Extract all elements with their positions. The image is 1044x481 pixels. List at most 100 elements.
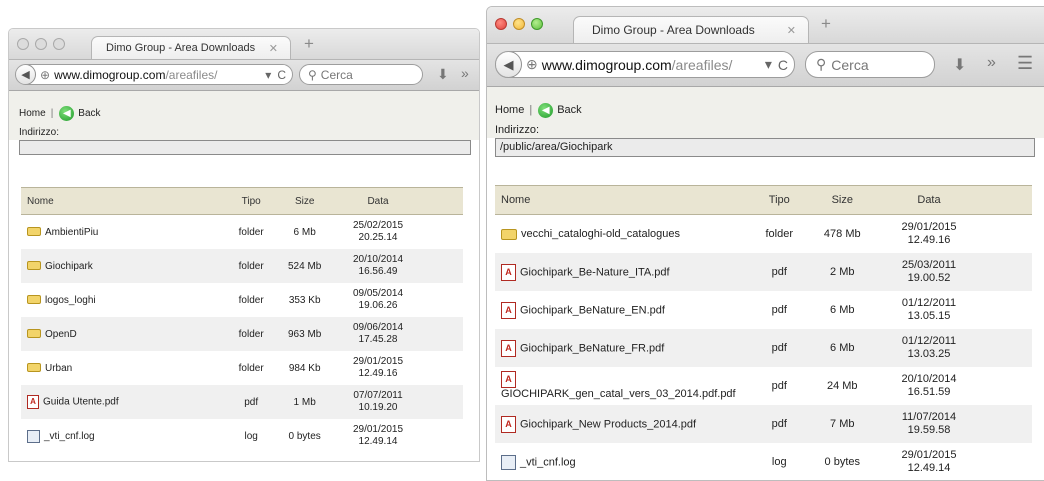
table-row[interactable]: _vti_cnf.log log 0 bytes 29/01/2015 12.49…: [495, 443, 1032, 480]
dropdown-arrow-icon[interactable]: ▾: [765, 56, 772, 73]
file-name-link[interactable]: Giochipark_BeNature_EN.pdf: [520, 304, 665, 316]
log-file-icon: [27, 429, 40, 443]
hamburger-menu-icon[interactable]: ☰: [1017, 53, 1033, 74]
new-tab-icon[interactable]: +: [304, 34, 314, 54]
file-date: 29/01/2015 12.49.16: [878, 215, 980, 254]
file-date: 20/10/2014 16.56.49: [335, 249, 421, 283]
home-link[interactable]: Home: [495, 104, 524, 116]
file-type: folder: [238, 226, 264, 238]
file-date: 11/07/2014 19.59.58: [878, 405, 980, 443]
overflow-chevron-icon[interactable]: »: [987, 54, 996, 72]
download-icon[interactable]: ⬇: [437, 66, 449, 83]
url-bar[interactable]: ◀ ⊕ www.dimogroup.com/areafiles/ ▾ C: [15, 64, 293, 85]
folder-icon: [27, 295, 41, 305]
minimize-window-button[interactable]: [513, 18, 525, 30]
file-date: 29/01/2015 12.49.14: [878, 443, 980, 480]
overflow-chevron-icon[interactable]: »: [461, 65, 469, 81]
column-header-date[interactable]: Data: [878, 185, 980, 215]
close-window-button[interactable]: [495, 18, 507, 30]
dropdown-arrow-icon[interactable]: ▾: [265, 68, 271, 82]
time-value: 20.25.14: [358, 232, 398, 243]
table-row[interactable]: A Giochipark_BeNature_EN.pdf pdf 6 Mb 01/…: [495, 291, 1032, 329]
address-field[interactable]: /public/area/Giochipark: [495, 138, 1035, 157]
table-row[interactable]: logos_loghi folder 353 Kb 09/05/2014 19.0…: [21, 283, 463, 317]
column-header-size[interactable]: Size: [274, 187, 335, 215]
file-name-link[interactable]: AmbientiPiu: [45, 227, 98, 238]
search-input[interactable]: ⚲ Cerca: [299, 64, 423, 85]
close-window-button[interactable]: [17, 38, 29, 50]
column-header-date[interactable]: Data: [335, 187, 421, 215]
table-row[interactable]: Urban folder 984 Kb 29/01/2015 12.49.16: [21, 351, 463, 385]
column-header-size[interactable]: Size: [806, 185, 878, 215]
browser-window-2: Dimo Group - Area Downloads ✕ + ◀ ⊕ www.…: [486, 6, 1044, 481]
back-arrow-icon[interactable]: ◀: [16, 65, 36, 84]
file-name-link[interactable]: Giochipark_Be-Nature_ITA.pdf: [520, 266, 670, 278]
file-name-link[interactable]: Giochipark_New Products_2014.pdf: [520, 418, 696, 430]
reload-icon[interactable]: C: [778, 57, 788, 73]
back-green-icon[interactable]: ◀: [59, 105, 75, 121]
navigation-toolbar: ◀ ⊕ www.dimogroup.com/areafiles/ ▾ C ⚲ C…: [487, 44, 1044, 87]
url-bar[interactable]: ◀ ⊕ www.dimogroup.com/areafiles/ ▾ C: [495, 51, 795, 78]
pdf-icon: A: [501, 339, 516, 357]
table-row[interactable]: A GIOCHIPARK_gen_catal_vers_03_2014.pdf.p…: [495, 367, 1032, 405]
browser-tab[interactable]: Dimo Group - Area Downloads ✕: [573, 16, 809, 43]
table-row[interactable]: A Guida Utente.pdf pdf 1 Mb 07/07/2011 10.…: [21, 385, 463, 419]
date-value: 01/12/2011: [901, 296, 957, 309]
file-name-link[interactable]: vecchi_cataloghi-old_catalogues: [521, 228, 680, 240]
file-type: log: [771, 456, 787, 468]
new-tab-icon[interactable]: +: [821, 14, 831, 34]
file-name-link[interactable]: _vti_cnf.log: [44, 431, 95, 442]
file-table: Nome Tipo Size Data AmbientiPiu folder 6…: [21, 187, 463, 453]
file-name-link[interactable]: OpenD: [45, 329, 77, 340]
time-value: 19.00.52: [907, 272, 951, 284]
back-arrow-icon[interactable]: ◀: [496, 52, 522, 77]
home-link[interactable]: Home: [19, 108, 46, 119]
browser-tab[interactable]: Dimo Group - Area Downloads ✕: [91, 36, 291, 59]
table-row[interactable]: A Giochipark_New Products_2014.pdf pdf 7 …: [495, 405, 1032, 443]
file-name-link[interactable]: _vti_cnf.log: [520, 456, 576, 468]
file-name-link[interactable]: Giochipark_BeNature_FR.pdf: [520, 342, 664, 354]
time-value: 12.49.16: [907, 234, 951, 246]
table-row[interactable]: OpenD folder 963 Mb 09/06/2014 17.45.28: [21, 317, 463, 351]
time-value: 12.49.14: [358, 436, 398, 447]
close-tab-icon[interactable]: ✕: [787, 24, 796, 37]
back-link[interactable]: Back: [78, 108, 100, 119]
file-name-link[interactable]: GIOCHIPARK_gen_catal_vers_03_2014.pdf.pd…: [501, 388, 736, 400]
file-name-link[interactable]: Urban: [45, 363, 72, 374]
file-size: 6 Mb: [830, 304, 855, 316]
file-size: 0 bytes: [824, 456, 860, 468]
folder-icon: [27, 329, 41, 339]
table-row[interactable]: AmbientiPiu folder 6 Mb 25/02/2015 20.25.…: [21, 215, 463, 250]
column-header-type[interactable]: Tipo: [752, 185, 807, 215]
time-value: 19.59.58: [907, 424, 951, 436]
search-icon: ⚲: [308, 67, 317, 82]
zoom-window-button[interactable]: [53, 38, 65, 50]
date-value: 01/12/2011: [901, 334, 957, 347]
back-green-icon[interactable]: ◀: [538, 102, 554, 118]
file-date: 25/03/2011 19.00.52: [878, 253, 980, 291]
table-row[interactable]: _vti_cnf.log log 0 bytes 29/01/2015 12.49…: [21, 419, 463, 453]
back-link[interactable]: Back: [557, 104, 581, 116]
minimize-window-button[interactable]: [35, 38, 47, 50]
file-name-link[interactable]: logos_loghi: [45, 295, 96, 306]
download-icon[interactable]: ⬇: [953, 55, 966, 75]
table-row[interactable]: A Giochipark_BeNature_FR.pdf pdf 6 Mb 01/…: [495, 329, 1032, 367]
table-row[interactable]: Giochipark folder 524 Mb 20/10/2014 16.56…: [21, 249, 463, 283]
table-row[interactable]: vecchi_cataloghi-old_catalogues folder 4…: [495, 215, 1032, 254]
address-field[interactable]: [19, 140, 471, 155]
file-date: 29/01/2015 12.49.16: [335, 351, 421, 385]
column-header-type[interactable]: Tipo: [228, 187, 275, 215]
file-name-link[interactable]: Guida Utente.pdf: [43, 397, 119, 408]
url-host: www.dimogroup.com: [54, 67, 166, 82]
table-row[interactable]: A Giochipark_Be-Nature_ITA.pdf pdf 2 Mb 2…: [495, 253, 1032, 291]
search-input[interactable]: ⚲ Cerca: [805, 51, 935, 78]
log-file-icon: [501, 454, 516, 470]
file-name-link[interactable]: Giochipark: [45, 261, 93, 272]
column-header-name[interactable]: Nome: [21, 187, 228, 215]
zoom-window-button[interactable]: [531, 18, 543, 30]
date-value: 29/01/2015: [901, 220, 957, 233]
close-tab-icon[interactable]: ✕: [269, 42, 278, 55]
column-header-name[interactable]: Nome: [495, 185, 752, 215]
date-value: 20/10/2014: [901, 372, 957, 385]
reload-icon[interactable]: C: [277, 68, 286, 82]
